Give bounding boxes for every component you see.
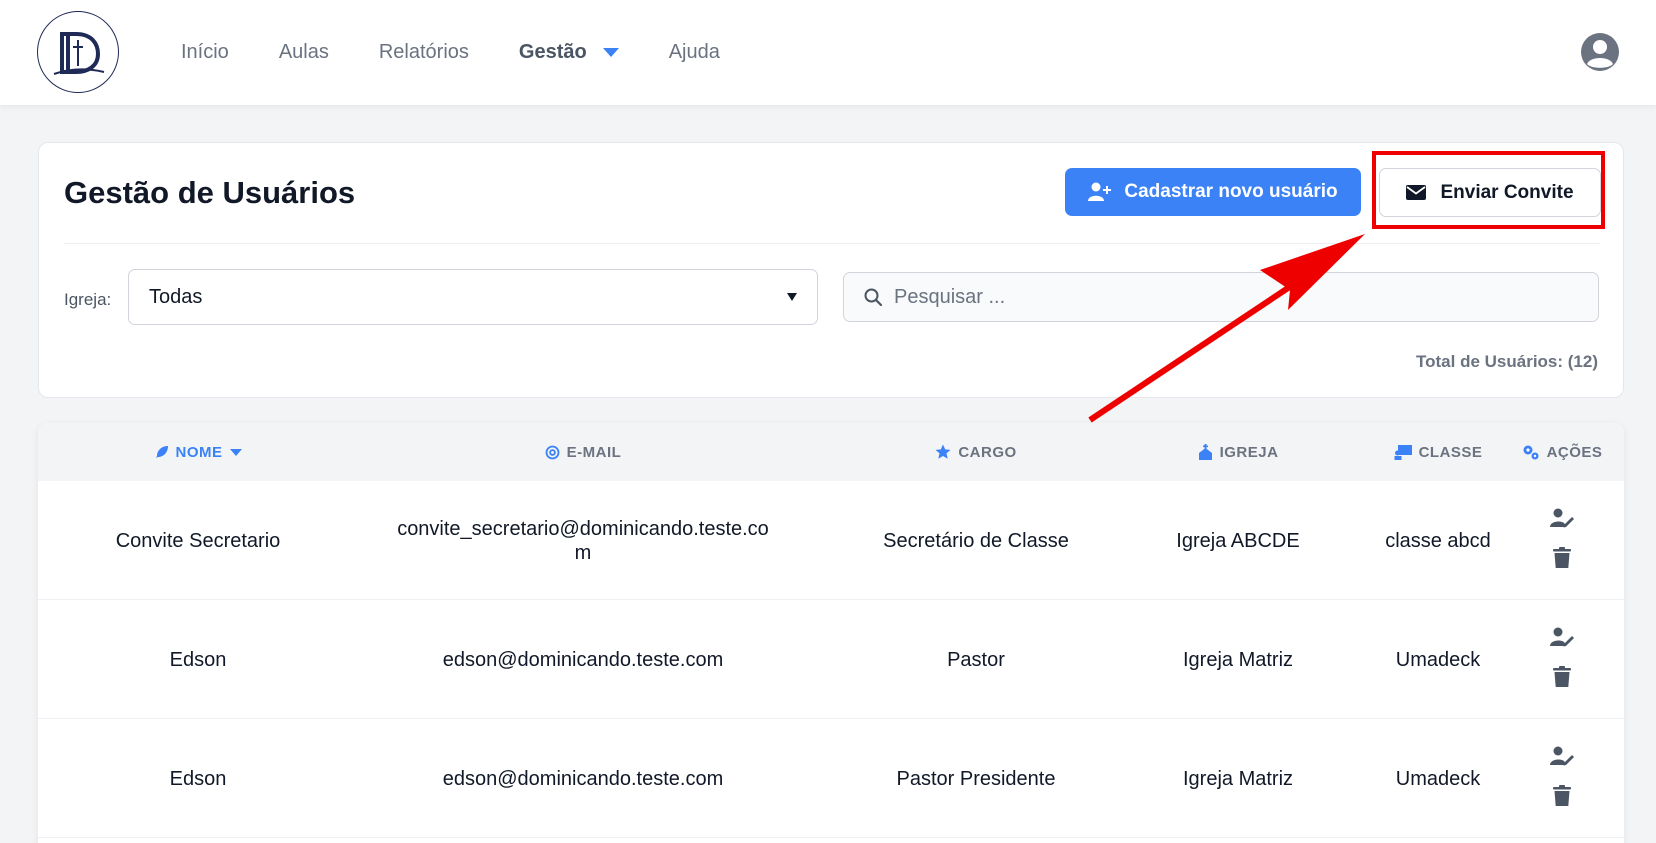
logo-mark-icon	[53, 32, 105, 75]
header-divider	[64, 243, 1600, 244]
nav-item-relatorios[interactable]: Relatórios	[379, 41, 469, 64]
nav-item-ajuda[interactable]: Ajuda	[669, 41, 720, 64]
trash-icon[interactable]	[1553, 547, 1571, 573]
cell-name: Edson	[169, 648, 227, 671]
star-icon	[935, 444, 951, 459]
page-title: Gestão de Usuários	[64, 175, 356, 210]
nav-item-inicio[interactable]: Início	[181, 41, 229, 64]
user-avatar-icon[interactable]	[1580, 32, 1620, 72]
annotation-highlight-box	[1372, 151, 1605, 229]
church-select[interactable]: Todas	[128, 269, 818, 325]
nav-label: Gestão	[518, 41, 587, 63]
cell-email: edson@dominicando.teste.com	[442, 767, 724, 790]
user-plus-icon	[1088, 182, 1112, 201]
column-header-acoes: AÇÕES	[1500, 423, 1624, 481]
nav-label: Relatórios	[378, 41, 469, 63]
column-header-nome[interactable]: NOME	[38, 423, 358, 481]
church-select-value: Todas	[149, 285, 203, 308]
cell-church: Igreja ABCDE	[1176, 529, 1300, 552]
cell-role: Pastor Presidente	[896, 767, 1056, 790]
edit-user-icon[interactable]	[1550, 627, 1574, 652]
nav-label: Aulas	[278, 41, 329, 63]
row-actions	[1500, 600, 1624, 719]
search-icon	[864, 288, 882, 306]
new-user-label: Cadastrar novo usuário	[1124, 181, 1338, 202]
trash-icon[interactable]	[1553, 785, 1571, 811]
column-header-label: CLASSE	[1418, 443, 1483, 461]
cell-email: convite_secretario@dominicando.teste.com	[397, 517, 769, 564]
row-actions	[1500, 719, 1624, 838]
cell-role: Pastor	[947, 648, 1005, 671]
sort-caret-icon	[229, 448, 242, 456]
cell-name: Edson	[169, 767, 227, 790]
cell-name: Convite Secretario	[115, 529, 281, 552]
cogs-icon	[1523, 445, 1539, 460]
chalkboard-teacher-icon	[1394, 444, 1412, 460]
edit-user-icon[interactable]	[1550, 508, 1574, 533]
column-header-cargo[interactable]: CARGO	[816, 423, 1136, 481]
nav-label: Ajuda	[668, 41, 720, 63]
table-row: Convite Secretario convite_secretario@do…	[38, 481, 1624, 600]
search-box	[843, 272, 1599, 322]
nav-item-aulas[interactable]: Aulas	[279, 41, 329, 64]
cell-church: Igreja Matriz	[1182, 648, 1294, 671]
search-input[interactable]	[894, 285, 1574, 309]
caret-down-icon	[602, 48, 619, 57]
feather-icon	[155, 446, 168, 458]
new-user-button[interactable]: Cadastrar novo usuário	[1065, 168, 1361, 216]
column-header-label: E-MAIL	[566, 443, 622, 461]
total-users-count: Total de Usuários: (12)	[1416, 352, 1598, 371]
table-row: Edson edson@dominicando.teste.com Pastor…	[38, 719, 1624, 838]
edit-user-icon[interactable]	[1550, 746, 1574, 771]
church-icon	[1198, 444, 1212, 460]
column-header-label: CARGO	[958, 443, 1017, 461]
column-header-label: IGREJA	[1219, 443, 1279, 461]
select-caret-icon	[787, 293, 797, 301]
row-actions	[1500, 481, 1624, 600]
main-nav: Início Aulas Relatórios Gestão Ajuda	[181, 0, 770, 105]
table-header: NOME E-MAIL CARGO IGREJA CLASSE AÇÕES	[38, 423, 1624, 481]
nav-item-gestao[interactable]: Gestão	[519, 41, 619, 64]
cell-church: Igreja Matriz	[1182, 767, 1294, 790]
top-navbar: Início Aulas Relatórios Gestão Ajuda	[0, 0, 1656, 105]
cell-role: Secretário de Classe	[883, 529, 1069, 552]
cell-email: edson@dominicando.teste.com	[442, 648, 724, 671]
app-logo[interactable]	[37, 11, 119, 93]
at-sign-icon	[545, 445, 560, 459]
users-table: NOME E-MAIL CARGO IGREJA CLASSE AÇÕES Co…	[38, 423, 1624, 843]
nav-label: Início	[181, 41, 229, 63]
column-header-label: NOME	[175, 443, 223, 461]
column-header-label: AÇÕES	[1546, 443, 1603, 461]
table-row: Edson edson@dominicando.teste.com Pastor…	[38, 600, 1624, 719]
column-header-igreja[interactable]: IGREJA	[1118, 423, 1358, 481]
church-filter-label: Igreja:	[64, 290, 112, 309]
trash-icon[interactable]	[1553, 666, 1571, 692]
column-header-email[interactable]: E-MAIL	[373, 423, 793, 481]
